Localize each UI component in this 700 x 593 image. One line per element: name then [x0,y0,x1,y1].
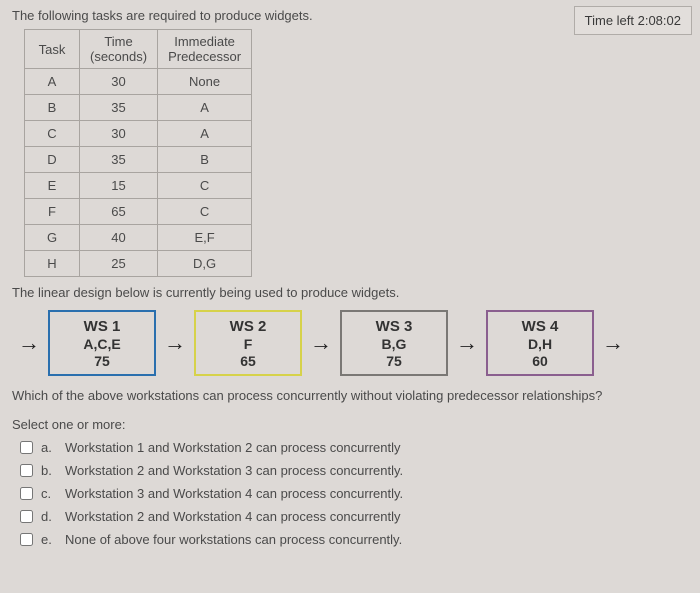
option-label: Workstation 2 and Workstation 4 can proc… [65,509,401,524]
table-row: A30None [25,69,252,95]
arrow-icon: → [600,332,626,354]
question-text: Which of the above workstations can proc… [12,388,688,403]
option-a: a. Workstation 1 and Workstation 2 can p… [20,440,688,455]
checkbox-b[interactable] [20,464,33,477]
header-task: Task [25,30,80,69]
option-d: d. Workstation 2 and Workstation 4 can p… [20,509,688,524]
option-label: None of above four workstations can proc… [65,532,402,547]
table-row: D35B [25,147,252,173]
table-row: F65C [25,199,252,225]
option-label: Workstation 3 and Workstation 4 can proc… [65,486,403,501]
checkbox-d[interactable] [20,510,33,523]
workstation-4: WS 4 D,H 60 [486,310,594,376]
checkbox-e[interactable] [20,533,33,546]
arrow-icon: → [162,332,188,354]
option-label: Workstation 2 and Workstation 3 can proc… [65,463,403,478]
arrow-icon: → [16,332,42,354]
table-row: C30A [25,121,252,147]
task-table: Task Time (seconds) Immediate Predecesso… [24,29,252,277]
checkbox-a[interactable] [20,441,33,454]
table-row: E15C [25,173,252,199]
arrow-icon: → [308,332,334,354]
option-label: Workstation 1 and Workstation 2 can proc… [65,440,401,455]
checkbox-c[interactable] [20,487,33,500]
workstation-flow: → WS 1 A,C,E 75 → WS 2 F 65 → WS 3 B,G 7… [12,310,688,376]
option-c: c. Workstation 3 and Workstation 4 can p… [20,486,688,501]
options-list: a. Workstation 1 and Workstation 2 can p… [12,440,688,547]
workstation-2: WS 2 F 65 [194,310,302,376]
header-time: Time (seconds) [80,30,158,69]
timer-badge: Time left 2:08:02 [574,6,692,35]
linear-design-text: The linear design below is currently bei… [12,285,688,300]
arrow-icon: → [454,332,480,354]
option-b: b. Workstation 2 and Workstation 3 can p… [20,463,688,478]
header-pred: Immediate Predecessor [158,30,252,69]
select-prompt: Select one or more: [12,417,688,432]
workstation-1: WS 1 A,C,E 75 [48,310,156,376]
table-row: B35A [25,95,252,121]
workstation-3: WS 3 B,G 75 [340,310,448,376]
table-row: H25D,G [25,251,252,277]
table-row: G40E,F [25,225,252,251]
option-e: e. None of above four workstations can p… [20,532,688,547]
